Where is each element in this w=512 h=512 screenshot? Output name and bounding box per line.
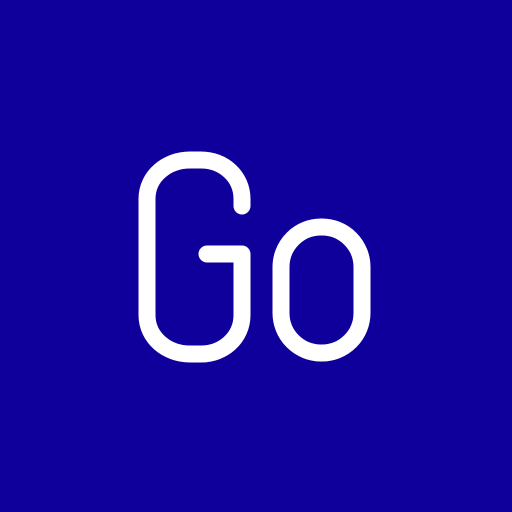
app-tile: Go — [0, 0, 512, 512]
tile-text: Go — [138, 151, 371, 363]
letter-g — [138, 151, 251, 363]
letter-o — [272, 218, 371, 362]
